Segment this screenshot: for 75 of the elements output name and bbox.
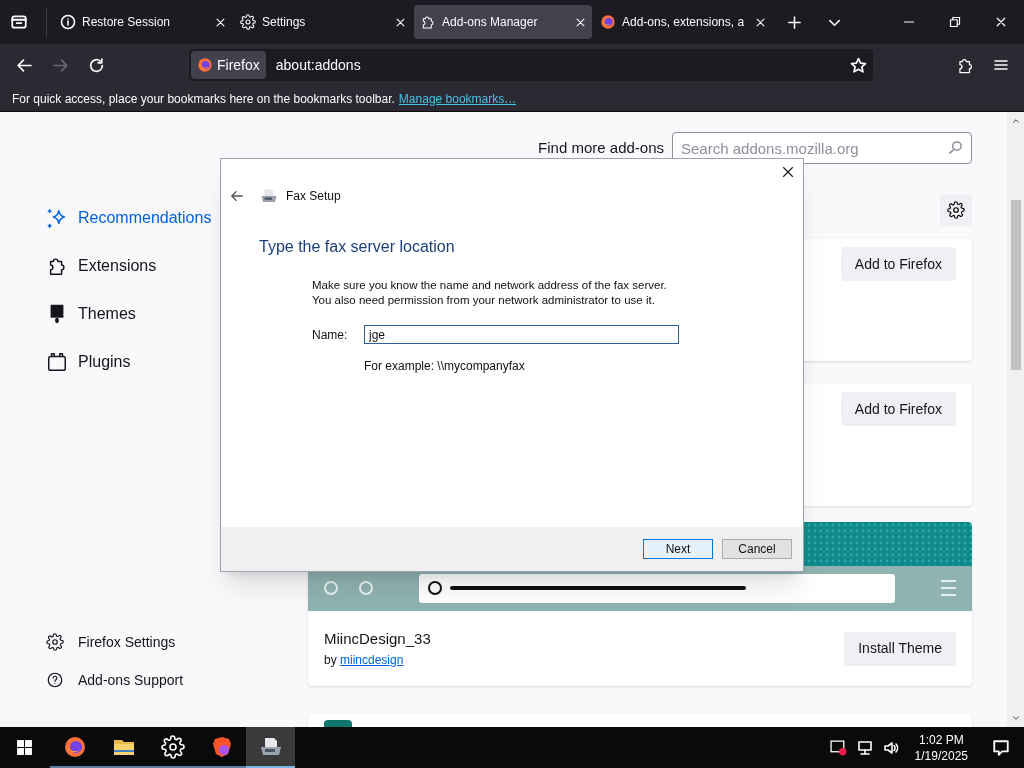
tab-label: Restore Session <box>82 14 172 31</box>
browser-tab[interactable]: Add-ons Manager <box>414 5 592 39</box>
firefox-icon <box>197 57 213 73</box>
start-icon[interactable] <box>16 739 33 756</box>
puzzle-icon <box>420 14 436 30</box>
alert-icon[interactable] <box>829 739 847 756</box>
restore-icon[interactable] <box>949 16 961 28</box>
close-icon[interactable] <box>575 16 586 28</box>
volume-icon[interactable] <box>882 739 899 756</box>
name-input[interactable]: jge <box>364 325 679 344</box>
scrollbar[interactable] <box>1007 112 1024 727</box>
install-theme-button[interactable]: Install Theme <box>844 631 956 666</box>
search-icon <box>948 140 963 155</box>
info-icon <box>60 14 76 30</box>
close-icon[interactable] <box>395 16 406 28</box>
notification-icon[interactable] <box>992 738 1010 757</box>
sidebar-link[interactable]: Firefox Settings <box>46 631 308 653</box>
back-icon[interactable] <box>16 56 33 74</box>
url-text: about:addons <box>275 55 362 75</box>
add-to-firefox-button[interactable]: Add to Firefox <box>840 392 956 426</box>
settings-button[interactable] <box>940 194 972 226</box>
network-icon[interactable] <box>856 739 873 756</box>
add-to-firefox-button[interactable]: Add to Firefox <box>840 247 956 281</box>
reload-icon[interactable] <box>88 56 105 74</box>
sparkle-icon <box>46 207 68 229</box>
tab-label: Add-ons Manager <box>442 14 539 31</box>
firefox-icon <box>62 734 87 759</box>
clock-time: 1:02 PM <box>918 731 964 748</box>
new-tab-icon[interactable] <box>787 14 802 30</box>
dialog-title: Fax Setup <box>286 188 341 205</box>
taskbar-app[interactable] <box>246 727 295 768</box>
gear-icon <box>160 734 185 759</box>
sidebar-item[interactable]: Plugins <box>46 338 308 386</box>
star-icon[interactable] <box>850 56 867 74</box>
theme-name: MiincDesign_33 <box>324 629 432 650</box>
close-icon[interactable] <box>215 16 226 28</box>
clock-date: 1/19/2025 <box>914 747 968 764</box>
bookmarks-message: For quick access, place your bookmarks here on the bookmarks toolbar. <box>12 90 395 108</box>
dialog-button[interactable]: Cancel <box>722 539 792 559</box>
tab-list-icon[interactable] <box>10 13 28 31</box>
tab-label: Settings <box>262 14 307 31</box>
tab-label: Add-ons, extensions, a <box>622 14 746 31</box>
identity-label: Firefox <box>217 55 260 75</box>
theme-author: by miincdesign <box>324 651 405 669</box>
address-bar[interactable]: Firefox about:addons <box>189 49 873 81</box>
gear-icon <box>240 14 256 30</box>
author-link[interactable]: miincdesign <box>340 652 404 667</box>
help-icon <box>46 671 64 689</box>
gear-icon <box>46 633 64 651</box>
search-field[interactable]: Search addons.mozilla.org <box>672 132 972 164</box>
firefox-icon <box>600 14 616 30</box>
close-icon[interactable] <box>781 165 795 179</box>
example-text: For example: \\mycompanyfax <box>364 358 526 375</box>
clock[interactable]: 1:02 PM 1/19/2025 <box>914 731 968 764</box>
gear-icon <box>947 201 965 219</box>
dialog-heading: Type the fax server location <box>259 237 456 257</box>
back-icon[interactable] <box>230 189 244 203</box>
plugin-icon <box>46 351 68 373</box>
sidebar-link[interactable]: Add-ons Support <box>46 669 308 691</box>
fax-icon <box>260 187 278 205</box>
sidebar-item[interactable]: Themes <box>46 290 308 338</box>
dialog-description: Make sure you know the name and network address of the fax server. You also need permission from your network administrator to use it. <box>312 278 668 308</box>
scroll-down-icon[interactable] <box>1010 713 1021 723</box>
dialog-button[interactable]: Next <box>643 539 713 559</box>
manage-bookmarks-link[interactable]: Manage bookmarks… <box>398 89 517 108</box>
scroll-up-icon[interactable] <box>1010 116 1021 126</box>
identity-chip[interactable]: Firefox <box>191 51 266 79</box>
browser-tab[interactable]: Add-ons, extensions, a <box>594 5 772 39</box>
menu-icon[interactable] <box>993 57 1009 73</box>
close-icon[interactable] <box>755 16 766 28</box>
scrollbar-thumb[interactable] <box>1010 199 1021 370</box>
find-more-label: Find more add-ons <box>538 137 664 158</box>
name-label: Name: <box>312 326 349 344</box>
browser-tab[interactable]: Restore Session <box>54 5 232 39</box>
browser-tab[interactable]: Settings <box>234 5 412 39</box>
